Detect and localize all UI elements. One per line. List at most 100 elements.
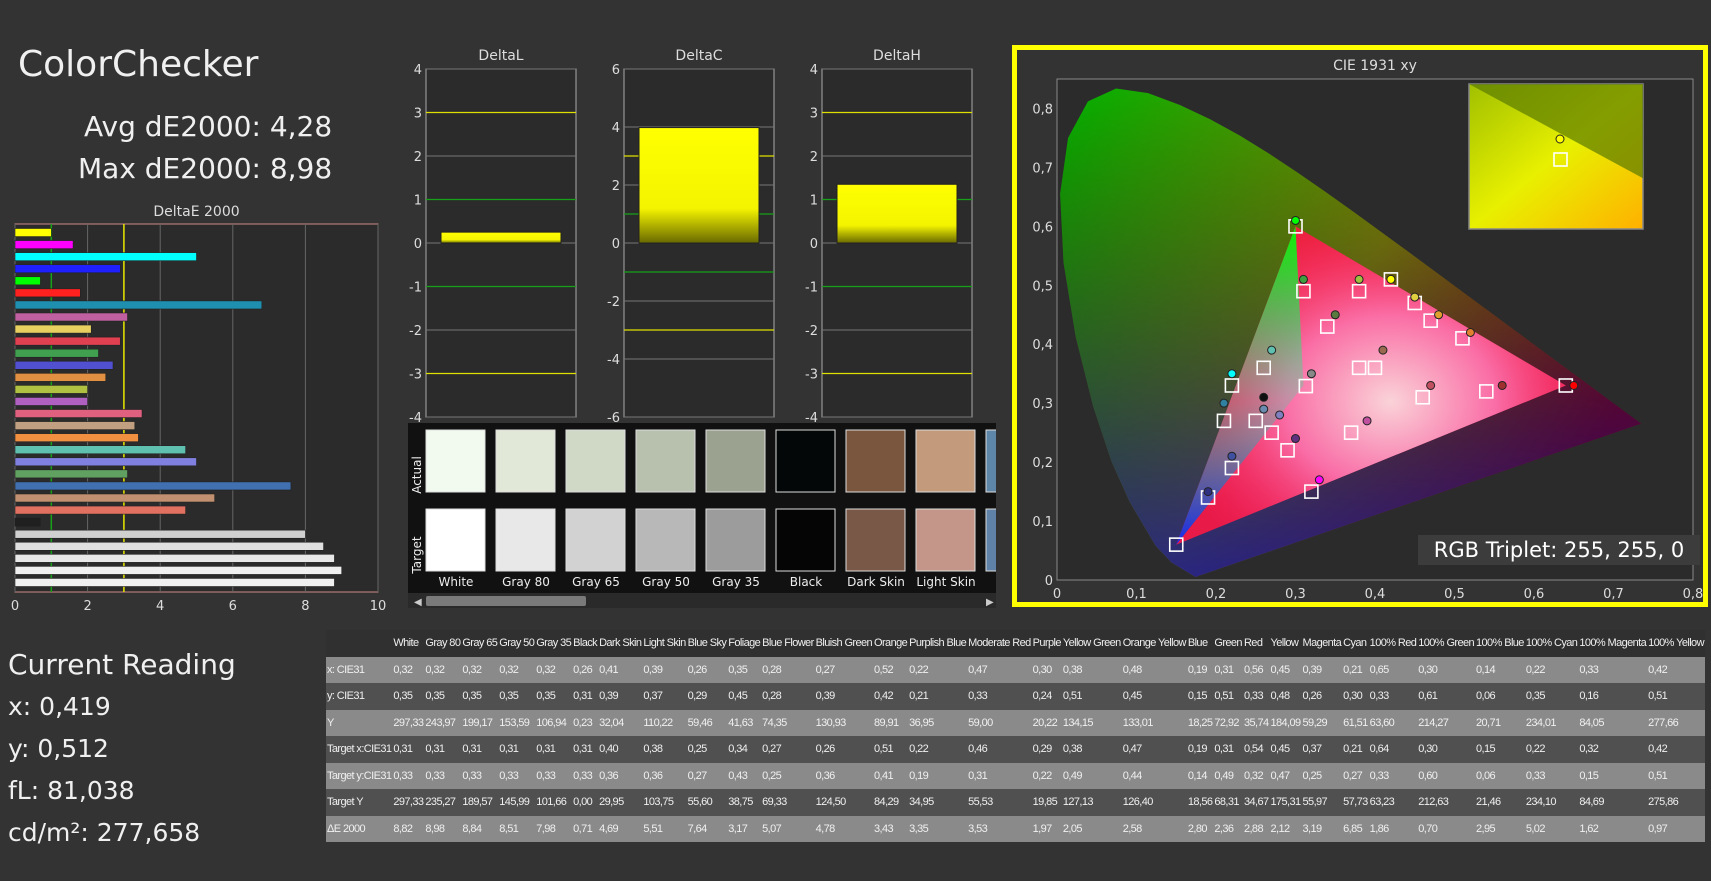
cie-ytick: 0,8	[1032, 102, 1053, 117]
deltae-bar	[14, 300, 263, 310]
cie-measured-point	[1291, 434, 1300, 444]
swatch-name: Gray 65	[572, 575, 620, 589]
table-cell: 55,97	[1301, 789, 1343, 816]
swatch-actual-label: Actual	[410, 456, 424, 494]
deltah-ytick: -3	[805, 368, 818, 383]
scroll-left-icon: ◀	[414, 597, 422, 608]
swatch-target-label: Target	[410, 536, 424, 574]
table-cell: 0,19	[908, 762, 968, 789]
swatch-name: Light Skin	[916, 575, 975, 589]
cie-xtick: 0,2	[1206, 587, 1227, 602]
table-row: Y 297,33 243,97 199,17 153,59 106,94 0,23 32,04…	[326, 709, 1705, 736]
table-cell: 1,62	[1578, 815, 1648, 842]
cie-ytick: 0,2	[1032, 456, 1053, 471]
table-cell: 72,92	[1213, 709, 1243, 736]
table-cell: Y	[326, 709, 393, 736]
swatch-target	[775, 508, 836, 572]
table-header-cell: Orange Yellow	[1121, 630, 1187, 657]
table-header-cell: 100% Magenta	[1578, 630, 1648, 657]
table-cell: 175,31	[1269, 789, 1302, 816]
cie-xtick: 0,3	[1285, 587, 1306, 602]
deltae-bar	[14, 252, 197, 262]
table-cell: 0,39	[1301, 656, 1343, 683]
table-cell: 0,33	[572, 762, 599, 789]
table-cell: 8,51	[498, 815, 536, 842]
cie-ytick: 0,6	[1032, 220, 1053, 235]
table-cell: 130,93	[814, 709, 874, 736]
table-header-cell: Blue Sky	[686, 630, 728, 657]
table-cell: 0,14	[1475, 656, 1525, 683]
table-cell: 0,27	[686, 762, 728, 789]
table-cell: 6,85	[1342, 815, 1369, 842]
cie-ytick: 0,7	[1032, 161, 1053, 176]
table-cell: 0,35	[424, 683, 462, 710]
table-header-cell: Dark Skin	[598, 630, 643, 657]
table-cell: 34,67	[1242, 789, 1270, 816]
rgb-triplet-readout: RGB Triplet: 255, 255, 0	[1418, 535, 1700, 565]
table-cell: 0,24	[1031, 683, 1062, 710]
table-cell: 0,06	[1475, 683, 1525, 710]
page-title: ColorChecker	[18, 44, 259, 85]
table-header-cell: Red	[1242, 630, 1270, 657]
table-cell: 0,38	[1061, 736, 1122, 763]
table-cell: 18,56	[1186, 789, 1214, 816]
swatch-actual	[915, 429, 976, 493]
table-cell: 145,99	[498, 789, 536, 816]
table-cell: 0,31	[572, 736, 599, 763]
table-cell: 84,69	[1578, 789, 1648, 816]
table-cell: 0,36	[598, 762, 643, 789]
table-cell: 0,21	[1342, 656, 1369, 683]
deltah-ytick: -2	[805, 324, 818, 339]
table-cell: 57,73	[1342, 789, 1369, 816]
table-cell: 0,32	[1578, 736, 1648, 763]
cie-measured-point	[1314, 475, 1324, 485]
table-cell: 0,48	[1121, 656, 1187, 683]
deltae-bar	[14, 228, 52, 237]
table-cell: 134,15	[1061, 709, 1122, 736]
swatch-target	[425, 508, 486, 572]
max-de2000: Max dE2000: 8,98	[78, 152, 333, 185]
swatch-name: Black	[790, 575, 823, 589]
table-cell: 0,33	[424, 762, 462, 789]
table-cell: 3,43	[873, 815, 909, 842]
table-cell: 21,46	[1475, 789, 1525, 816]
swatch-actual	[635, 429, 696, 493]
cie-ytick: 0	[1045, 574, 1053, 589]
table-row: Target Y 297,33 235,27 189,57 145,99 101,66 0,…	[326, 789, 1705, 816]
cie-xtick: 0,4	[1365, 587, 1386, 602]
table-cell: 234,10	[1524, 789, 1579, 816]
deltal-chart: DeltaL 4 3 2 1 0 -1 -2 -3 -4	[409, 48, 577, 422]
table-cell: 0,42	[1647, 656, 1705, 683]
table-cell: 184,09	[1269, 709, 1302, 736]
table-header-cell: Black	[572, 630, 599, 657]
table-cell: 0,32	[392, 656, 425, 683]
table-cell: 84,05	[1578, 709, 1648, 736]
table-cell: 0,19	[1186, 736, 1214, 763]
table-cell: 0,26	[1301, 683, 1343, 710]
cie-measured-point	[1497, 380, 1507, 390]
table-cell: 0,31	[392, 736, 425, 763]
table-cell: 61,51	[1342, 709, 1369, 736]
deltae-bar	[14, 433, 139, 442]
deltac-ytick: 0	[612, 237, 620, 252]
table-header-row: White Gray 80 Gray 65 Gray 50 Gray 35 Black Da…	[326, 630, 1705, 657]
cie-measured-point	[1426, 380, 1436, 390]
table-cell: 0,97	[1647, 815, 1705, 842]
table-cell: 0,21	[908, 683, 968, 710]
table-cell: 0,06	[1475, 762, 1525, 789]
cie-measured-point	[1354, 274, 1364, 284]
table-cell: 0,33	[535, 762, 573, 789]
table-cell: 0,25	[1301, 762, 1343, 789]
measurement-table: White Gray 80 Gray 65 Gray 50 Gray 35 Black Da…	[326, 630, 1705, 842]
table-cell: 0,25	[686, 736, 728, 763]
current-reading-heading: Current Reading	[8, 648, 236, 681]
table-cell: 0,46	[967, 736, 1032, 763]
current-cd: cd/m²: 277,658	[8, 818, 201, 847]
table-cell: 0,27	[814, 656, 874, 683]
table-cell: 2,12	[1269, 815, 1302, 842]
deltae-bar	[14, 445, 186, 455]
table-cell: 275,86	[1647, 789, 1705, 816]
table-header-cell: 100% Red	[1368, 630, 1418, 657]
cie-xtick: 0,7	[1603, 587, 1624, 602]
table-cell: 19,85	[1031, 789, 1062, 816]
